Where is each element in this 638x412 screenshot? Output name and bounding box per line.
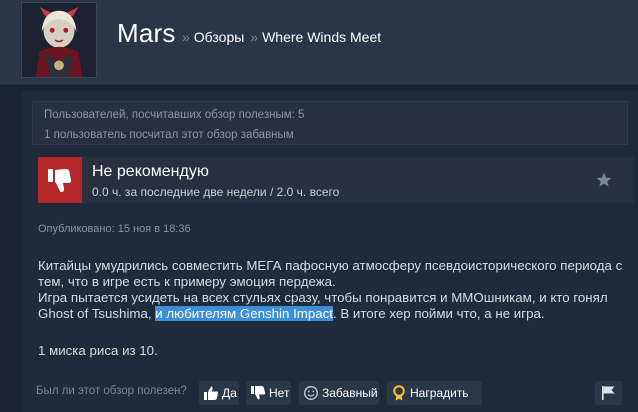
vote-funny-label: Забавный — [322, 386, 378, 400]
vote-yes-label: Да — [222, 386, 237, 400]
thumbs-down-icon — [250, 385, 266, 401]
vote-yes-button[interactable]: Да — [199, 381, 239, 405]
review-text-line: тем, что в игре есть к примеру эмоция пе… — [38, 274, 336, 289]
review-rating-line: 1 миска риса из 10. — [38, 343, 158, 358]
smiley-icon — [303, 385, 319, 401]
helpful-count-text: Пользователей, посчитавших обзор полезны… — [44, 109, 305, 121]
review-text-line: Китайцы умудрились совместить МЕГА пафос… — [38, 258, 623, 273]
vote-funny-button[interactable]: Забавный — [299, 381, 379, 405]
helpful-question: Был ли этот обзор полезен? — [36, 385, 187, 397]
review-text-segment: . В итоге хер пойми что, а не игра. — [332, 306, 545, 321]
selected-text-highlight: и любителям Genshin Impact — [155, 306, 333, 321]
flag-icon — [602, 386, 615, 400]
review-text-line: Игра пытается усидеть на всех стульях ср… — [38, 290, 608, 305]
review-panel: Пользователей, посчитавших обзор полезны… — [22, 91, 638, 412]
thumbs-down-icon — [48, 169, 72, 192]
award-button[interactable]: Наградить — [387, 381, 482, 405]
breadcrumb-reviews-link[interactable]: Обзоры — [194, 29, 245, 45]
profile-header: Mars » Обзоры» Where Winds Meet — [0, 0, 638, 86]
user-avatar-icon — [22, 3, 96, 77]
playtime-hours: 0.0 ч. за последние две недели / 2.0 ч. … — [92, 185, 340, 199]
breadcrumb: » Обзоры» Where Winds Meet — [182, 29, 381, 45]
thumbs-down-badge — [38, 157, 82, 203]
vote-no-button[interactable]: Нет — [246, 381, 291, 405]
star-icon[interactable] — [596, 172, 612, 188]
vote-no-label: Нет — [269, 386, 290, 400]
review-text-segment: Ghost of Tsushima, — [38, 306, 156, 321]
thumbs-up-icon — [203, 385, 219, 401]
breadcrumb-separator: » — [250, 29, 259, 45]
review-text-line: Ghost of Tsushima, и любителям Genshin I… — [38, 306, 624, 322]
report-button[interactable] — [595, 381, 622, 405]
avatar[interactable] — [21, 2, 97, 78]
breadcrumb-separator: » — [182, 29, 190, 45]
review-stats-box: Пользователей, посчитавших обзор полезны… — [32, 101, 628, 145]
posted-date: Опубликовано: 15 ноя в 18:36 — [38, 223, 191, 235]
verdict-title: Не рекомендую — [92, 163, 209, 180]
breadcrumb-game-link[interactable]: Where Winds Meet — [262, 29, 381, 45]
review-verdict-box: Не рекомендую 0.0 ч. за последние две не… — [38, 157, 634, 203]
user-name[interactable]: Mars — [117, 18, 176, 49]
review-body: Китайцы умудрились совместить МЕГА пафос… — [38, 258, 624, 322]
funny-count-text: 1 пользователь посчитал этот обзор забав… — [44, 129, 294, 141]
review-feedback-bar: Был ли этот обзор полезен? Да Нет Забавн… — [32, 375, 638, 409]
award-medal-icon — [391, 385, 407, 401]
award-label: Наградить — [410, 386, 469, 400]
